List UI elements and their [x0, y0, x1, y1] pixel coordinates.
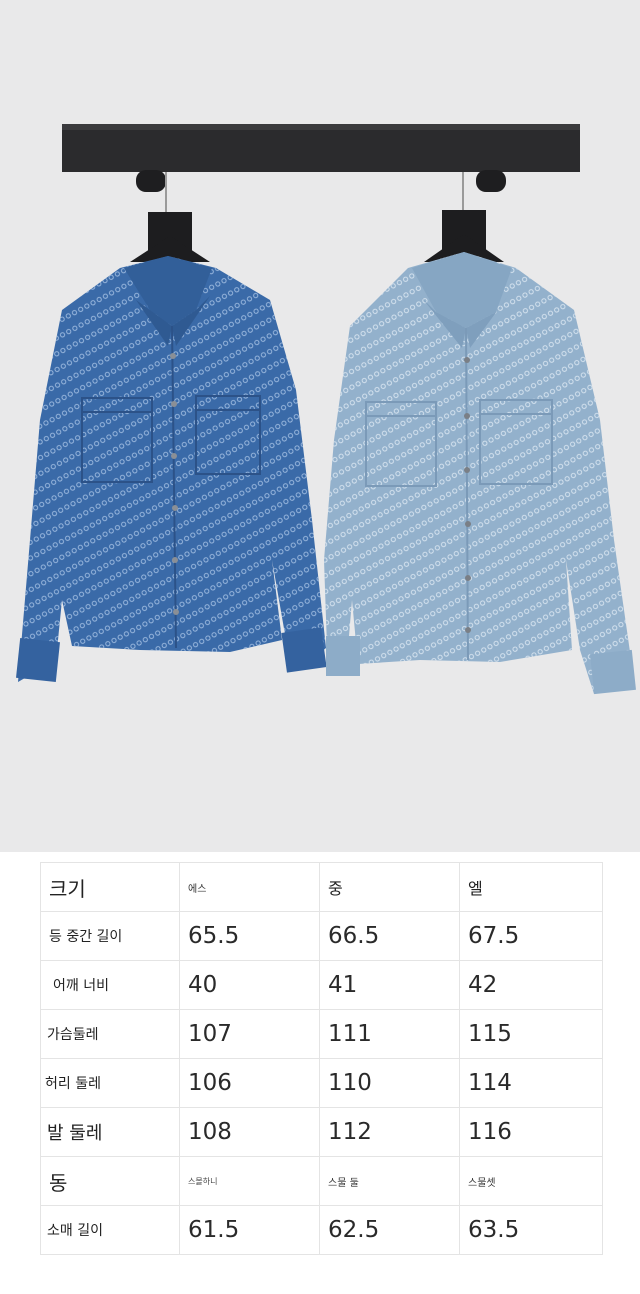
row-label: 가슴둘레: [40, 1009, 180, 1059]
cell-s: 65.5: [179, 911, 320, 961]
size-s-header: 에스: [179, 862, 320, 912]
cell-l: 67.5: [459, 911, 603, 961]
table-row: 발 둘레 108 112 116: [40, 1107, 603, 1157]
row-label: 등 중간 길이: [40, 911, 180, 961]
cell-m: 66.5: [319, 911, 460, 961]
table-row: 동 스몰하니 스물 둘 스물셋: [40, 1156, 603, 1206]
cell-s: 40: [179, 960, 320, 1010]
row-label: 발 둘레: [40, 1107, 180, 1157]
cell-l: 116: [459, 1107, 603, 1157]
row-label: 허리 둘레: [40, 1058, 180, 1108]
cell-s: 61.5: [179, 1205, 320, 1255]
cell-s: 107: [179, 1009, 320, 1059]
cell-l: 63.5: [459, 1205, 603, 1255]
cell-m: 62.5: [319, 1205, 460, 1255]
size-table: 크기 에스 중 엘 등 중간 길이 65.5 66.5 67.5 어깨 너비 4…: [40, 862, 603, 1255]
table-row: 등 중간 길이 65.5 66.5 67.5: [40, 911, 603, 961]
cell-s: 106: [179, 1058, 320, 1108]
cell-m: 41: [319, 960, 460, 1010]
cell-l: 114: [459, 1058, 603, 1108]
cell-m: 110: [319, 1058, 460, 1108]
table-row: 가슴둘레 107 111 115: [40, 1009, 603, 1059]
photo-illustration: [0, 0, 640, 852]
cell-m: 112: [319, 1107, 460, 1157]
table-row: 어깨 너비 40 41 42: [40, 960, 603, 1010]
cell-l: 42: [459, 960, 603, 1010]
row-label: 소매 길이: [40, 1205, 180, 1255]
table-header-row: 크기 에스 중 엘: [40, 862, 603, 912]
table-row: 허리 둘레 106 110 114: [40, 1058, 603, 1108]
size-l-header: 엘: [459, 862, 603, 912]
product-photo: [0, 0, 640, 852]
cell-m: 스물 둘: [319, 1156, 460, 1206]
cell-s: 스몰하니: [179, 1156, 320, 1206]
table-row: 소매 길이 61.5 62.5 63.5: [40, 1205, 603, 1255]
cell-s: 108: [179, 1107, 320, 1157]
row-label: 동: [40, 1156, 180, 1206]
cell-l: 스물셋: [459, 1156, 603, 1206]
size-chart: 크기 에스 중 엘 등 중간 길이 65.5 66.5 67.5 어깨 너비 4…: [40, 862, 603, 1255]
cell-l: 115: [459, 1009, 603, 1059]
size-m-header: 중: [319, 862, 460, 912]
size-header-label: 크기: [40, 862, 180, 912]
row-label: 어깨 너비: [40, 960, 180, 1010]
cell-m: 111: [319, 1009, 460, 1059]
